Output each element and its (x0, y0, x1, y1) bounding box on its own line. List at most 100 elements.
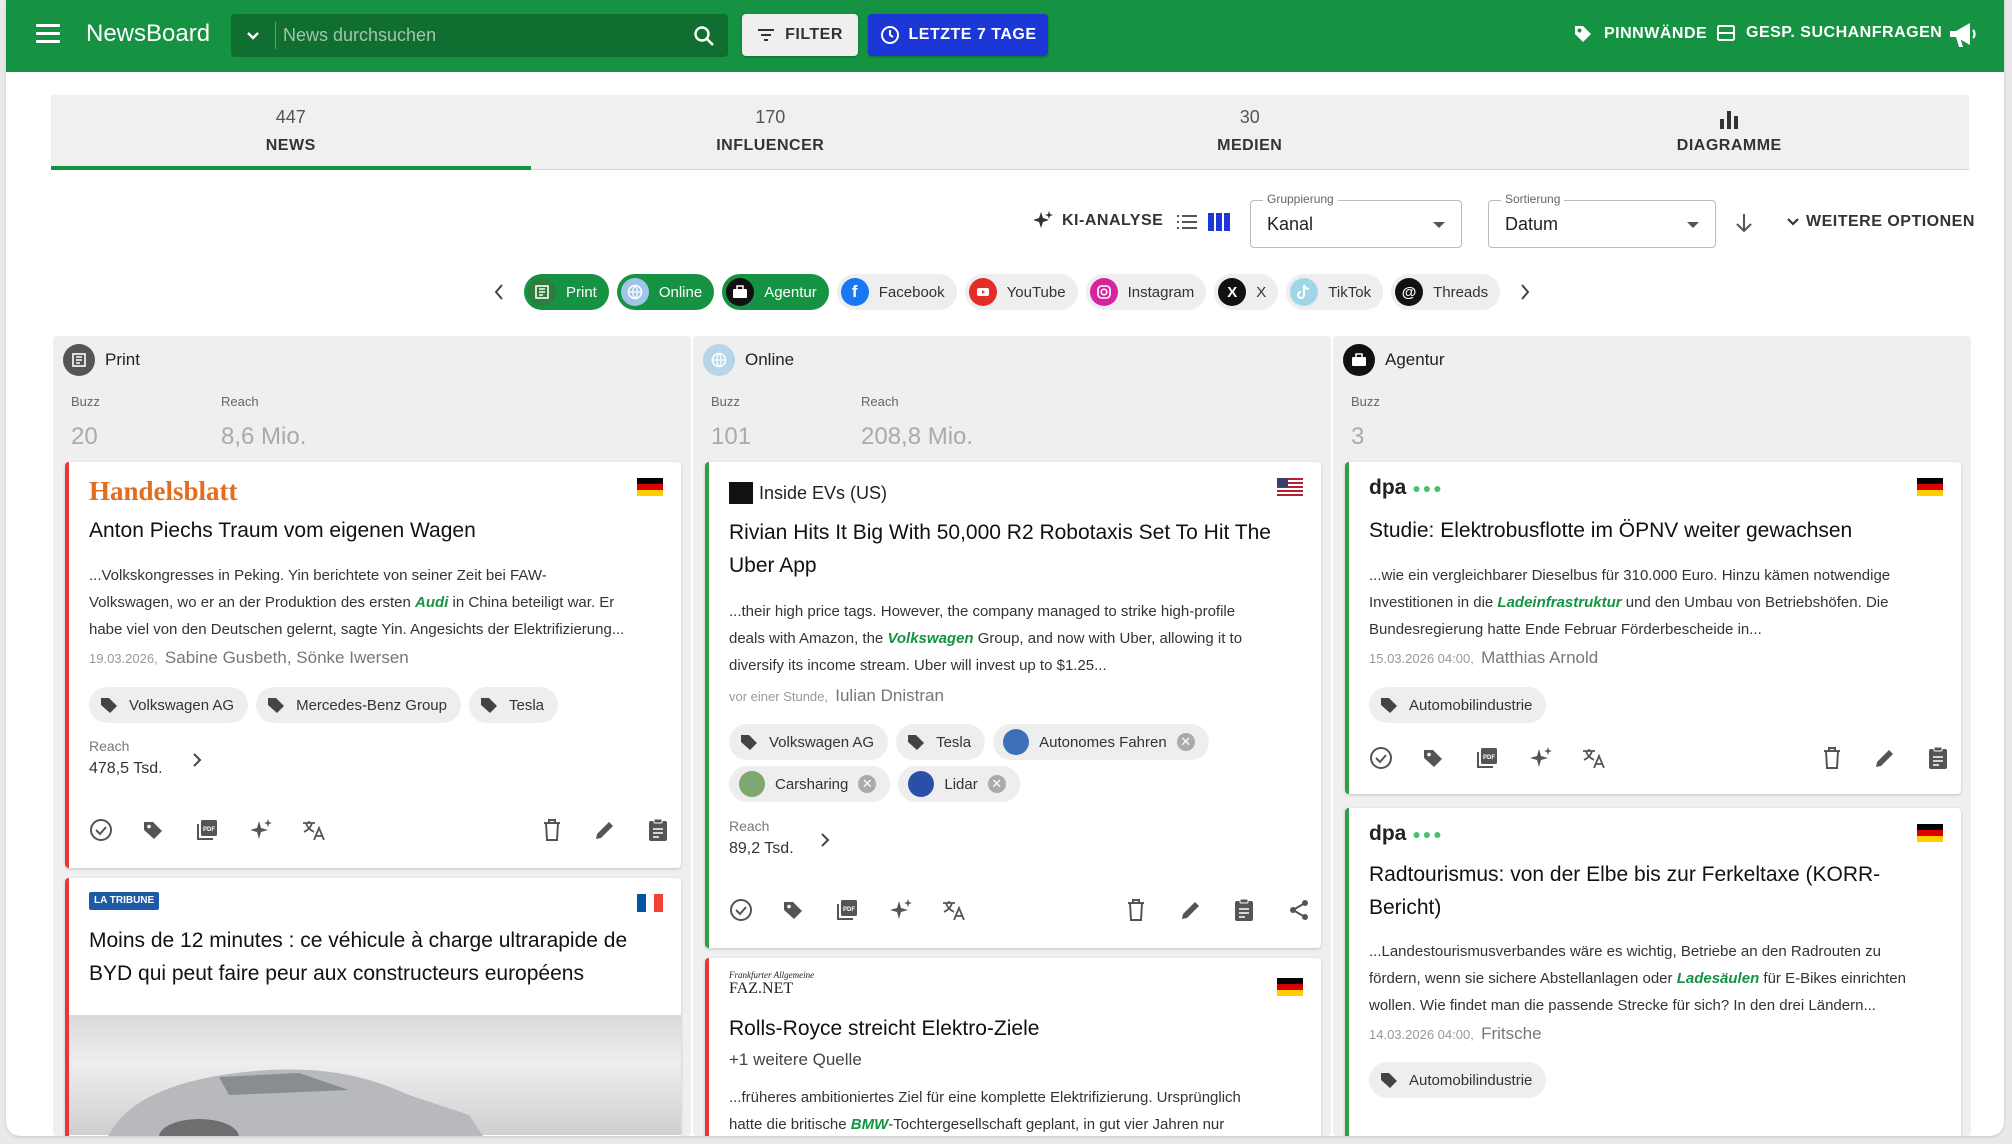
check-circle-icon[interactable] (89, 818, 113, 842)
tag-chip[interactable]: Automobilindustrie (1369, 687, 1547, 723)
column-view-icon[interactable] (1208, 213, 1230, 231)
more-options-label: WEITERE OPTIONEN (1806, 213, 1975, 230)
tag-chip[interactable]: Tesla (468, 687, 559, 723)
clipboard-icon[interactable] (647, 818, 669, 842)
remove-tag-icon[interactable]: ✕ (1176, 733, 1195, 751)
card-reach[interactable]: Reach 89,2 Tsd. (729, 818, 830, 858)
news-card[interactable]: dpa ●●● Studie: Elektrobusflotte im ÖPNV… (1345, 462, 1961, 794)
tag-chip[interactable]: Mercedes-Benz Group (256, 687, 461, 723)
ai-analysis-button[interactable]: KI-ANALYSE (1032, 210, 1163, 232)
boards-button[interactable]: PINNWÄNDE (1572, 23, 1707, 45)
app-title: NewsBoard (86, 20, 211, 47)
briefcase-icon (726, 278, 755, 306)
tag-list: Automobilindustrie (1369, 687, 1547, 723)
chip-x[interactable]: X X (1214, 274, 1279, 310)
sorting-select[interactable]: Sortierung Datum (1488, 192, 1716, 248)
saved-searches-button[interactable]: GESP. SUCHANFRAGEN (1716, 23, 1942, 43)
pdf-icon[interactable]: PDF (1475, 746, 1499, 770)
tag-icon[interactable] (1421, 746, 1445, 770)
remove-tag-icon[interactable]: ✕ (858, 775, 877, 793)
sorting-value: Datum (1505, 214, 1559, 234)
sparkle-icon[interactable] (249, 818, 273, 842)
tab-influencer[interactable]: 170 INFLUENCER (531, 95, 1011, 169)
article-title[interactable]: Rolls-Royce streicht Elektro-Ziele (729, 1012, 1039, 1045)
tag-chip[interactable]: Carsharing ✕ (729, 766, 891, 802)
megaphone-icon[interactable] (1948, 21, 1978, 49)
remove-tag-icon[interactable]: ✕ (987, 775, 1006, 793)
chip-threads[interactable]: @ Threads (1391, 274, 1501, 310)
edit-icon[interactable] (593, 818, 617, 842)
sparkle-icon[interactable] (889, 898, 913, 922)
tag-chip[interactable]: Volkswagen AG (89, 687, 249, 723)
delete-icon[interactable] (541, 818, 563, 842)
filter-button[interactable]: FILTER (742, 14, 858, 56)
edit-icon[interactable] (1873, 746, 1897, 770)
menu-icon[interactable] (36, 24, 60, 48)
share-icon[interactable] (1287, 898, 1311, 922)
excerpt-line: ...Volkskongresses in Peking. Yin berich… (89, 567, 547, 584)
chevron-left-icon[interactable] (492, 282, 506, 302)
tag-chip[interactable]: Volkswagen AG (729, 724, 889, 760)
tag-chip[interactable]: Autonomes Fahren ✕ (993, 724, 1209, 760)
chevron-down-icon[interactable] (245, 28, 261, 44)
tab-charts[interactable]: DIAGRAMME (1490, 95, 1970, 169)
check-circle-icon[interactable] (1369, 746, 1393, 770)
article-excerpt: ...their high price tags. However, the c… (729, 598, 1242, 679)
tag-chip[interactable]: Tesla (896, 724, 986, 760)
translate-icon[interactable] (941, 898, 967, 922)
article-title[interactable]: Studie: Elektrobusflotte im ÖPNV weiter … (1369, 514, 1852, 547)
tag-icon[interactable] (781, 898, 805, 922)
chip-instagram[interactable]: Instagram (1085, 274, 1207, 310)
tab-news[interactable]: 447 NEWS (51, 95, 531, 170)
news-card[interactable]: Handelsblatt Anton Piechs Traum vom eige… (65, 462, 681, 868)
edit-icon[interactable] (1179, 898, 1203, 922)
article-title[interactable]: Rivian Hits It Big With 50,000 R2 Robota… (729, 516, 1271, 582)
article-title[interactable]: Anton Piechs Traum vom eigenen Wagen (89, 514, 476, 547)
flag-de-icon (1277, 978, 1303, 996)
sort-direction-icon[interactable] (1734, 212, 1754, 234)
excerpt-line: ...früheres ambitioniertes Ziel für eine… (729, 1089, 1241, 1106)
article-title[interactable]: Moins de 12 minutes : ce véhicule à char… (89, 924, 627, 990)
buzz-label: Buzz (1351, 394, 1380, 409)
pdf-icon[interactable]: PDF (835, 898, 859, 922)
tag-chip[interactable]: Automobilindustrie (1369, 1062, 1547, 1098)
more-options-button[interactable]: WEITERE OPTIONEN (1786, 213, 1975, 231)
check-circle-icon[interactable] (729, 898, 753, 922)
clipboard-icon[interactable] (1927, 746, 1949, 770)
chip-agentur[interactable]: Agentur (722, 274, 829, 310)
translate-icon[interactable] (301, 818, 327, 842)
chip-facebook[interactable]: f Facebook (836, 274, 957, 310)
excerpt-text: hatte die britische (729, 1116, 851, 1133)
chip-print[interactable]: Print (524, 274, 609, 310)
card-reach[interactable]: Reach 478,5 Tsd. (89, 738, 202, 778)
source-logo: Frankfurter Allgemeine FAZ.NET (729, 970, 814, 998)
period-button[interactable]: LETZTE 7 TAGE (868, 14, 1048, 56)
translate-icon[interactable] (1581, 746, 1607, 770)
news-card[interactable]: Inside EVs (US) Rivian Hits It Big With … (705, 462, 1321, 948)
chip-tiktok[interactable]: TikTok (1286, 274, 1384, 310)
news-card[interactable]: Frankfurter Allgemeine FAZ.NET Rolls-Roy… (705, 958, 1321, 1136)
chevron-right-icon[interactable] (1518, 282, 1532, 302)
excerpt-line: wollen. Wie findet man die passende Stre… (1369, 997, 1876, 1014)
news-card[interactable]: LA TRIBUNE Moins de 12 minutes : ce véhi… (65, 878, 681, 1136)
sparkle-icon[interactable] (1529, 746, 1553, 770)
chip-online[interactable]: Online (616, 274, 715, 310)
search-icon[interactable] (692, 24, 716, 48)
more-sources-link[interactable]: +1 weitere Quelle (729, 1046, 862, 1073)
search-input[interactable] (283, 22, 683, 49)
list-view-icon[interactable] (1176, 214, 1198, 230)
tag-chip[interactable]: Lidar ✕ (898, 766, 1020, 802)
delete-icon[interactable] (1821, 746, 1843, 770)
source-logo: dpa ●●● (1369, 476, 1444, 500)
chip-youtube[interactable]: YouTube (964, 274, 1078, 310)
clipboard-icon[interactable] (1233, 898, 1255, 922)
pdf-icon[interactable]: PDF (195, 818, 219, 842)
news-card[interactable]: dpa ●●● Radtourismus: von der Elbe bis z… (1345, 808, 1961, 1136)
grouping-select[interactable]: Gruppierung Kanal (1250, 192, 1462, 248)
article-title[interactable]: Radtourismus: von der Elbe bis zur Ferke… (1369, 858, 1880, 924)
delete-icon[interactable] (1125, 898, 1147, 922)
tab-count: 447 (275, 107, 306, 127)
tab-media[interactable]: 30 MEDIEN (1010, 95, 1490, 169)
excerpt-line: ...Landestourismusverbandes wäre es wich… (1369, 943, 1881, 960)
tag-icon[interactable] (141, 818, 165, 842)
